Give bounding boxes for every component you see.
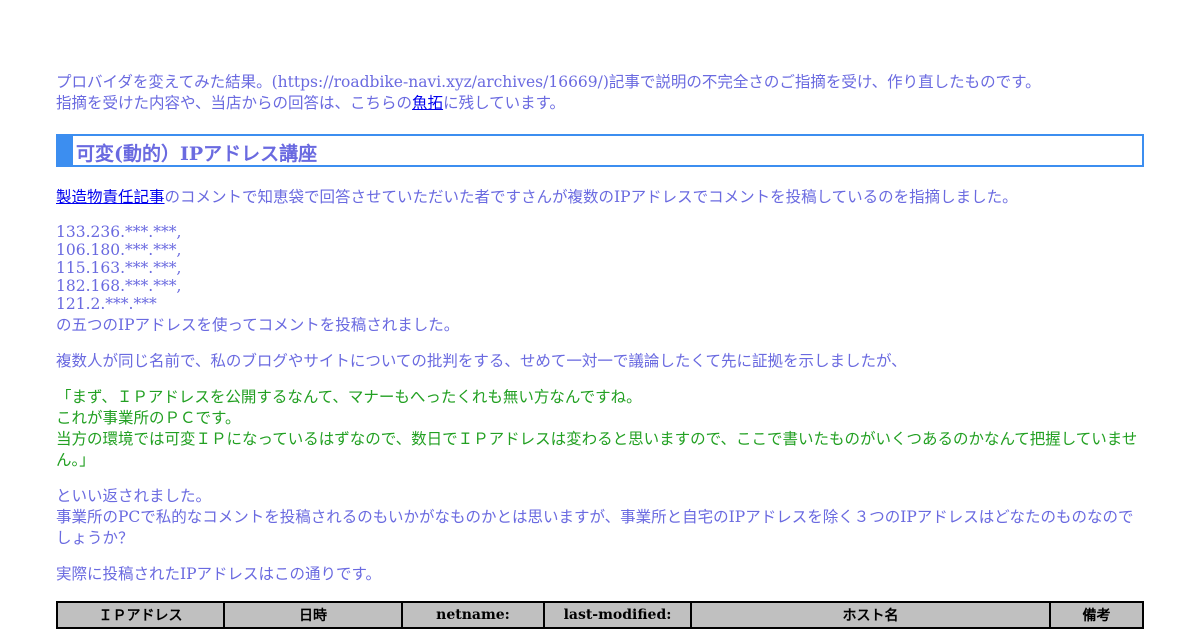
quoted-reply: 「まず、ＩＰアドレスを公開するなんて、マナーもへったくれも無い方なんですね。 こ… <box>56 387 1144 471</box>
product-liability-link[interactable]: 製造物責任記事 <box>56 188 165 206</box>
intro-line-2-before: 指摘を受けた内容や、当店からの回答は、こちらの <box>56 94 413 112</box>
paragraph-response: といい返されました。 事業所のPCで私的なコメントを投稿されるのもいかがなものか… <box>56 486 1144 549</box>
column-header-hostname: ホスト名 <box>690 601 1051 629</box>
column-header-last-modified: last-modified: <box>543 601 692 629</box>
column-header-datetime: 日時 <box>223 601 403 629</box>
gyotaku-link[interactable]: 魚拓 <box>412 94 443 112</box>
ip-list-item: 115.163.***.***, <box>56 259 182 277</box>
ip-list-after: の五つのIPアドレスを使ってコメントを投稿されました。 <box>56 316 460 334</box>
quote-line: 当方の環境では可変ＩＰになっているはずなので、数日でＩＰアドレスは変わると思いま… <box>56 430 1138 469</box>
response-line-2: 事業所のPCで私的なコメントを投稿されるのもいかがなものかとは思いますが、事業所… <box>56 508 1134 547</box>
column-header-ip: ＩＰアドレス <box>56 601 225 629</box>
paragraph-multiple-people: 複数人が同じ名前で、私のブログやサイトについての批判をする、せめて一対一で議論し… <box>56 352 907 370</box>
paragraph-actual-ips: 実際に投稿されたIPアドレスはこの通りです。 <box>56 565 382 583</box>
paragraph-product-liability-text: のコメントで知恵袋で回答させていただいた者ですさんが複数のIPアドレスでコメント… <box>164 188 1018 206</box>
ip-list-item: 121.2.***.*** <box>56 295 157 313</box>
column-header-notes: 備考 <box>1049 601 1144 629</box>
ip-list-item: 182.168.***.***, <box>56 277 182 295</box>
ip-list-item: 106.180.***.***, <box>56 241 182 259</box>
intro-line-2-after: に残しています。 <box>443 94 566 112</box>
ip-list-item: 133.236.***.***, <box>56 223 182 241</box>
quote-line: これが事業所のＰＣです。 <box>56 409 241 427</box>
table-header-row: ＩＰアドレス 日時 netname: last-modified: ホスト名 備… <box>56 601 1144 629</box>
column-header-netname: netname: <box>401 601 545 629</box>
quote-line: 「まず、ＩＰアドレスを公開するなんて、マナーもへったくれも無い方なんですね。 <box>56 388 642 406</box>
ip-table: ＩＰアドレス 日時 netname: last-modified: ホスト名 備… <box>56 601 1144 629</box>
ip-list: 133.236.***.***, 106.180.***.***, 115.16… <box>56 223 1144 336</box>
intro-line-1: プロバイダを変えてみた結果。(https://roadbike-navi.xyz… <box>56 73 1041 91</box>
response-line-1: といい返されました。 <box>56 487 212 505</box>
section-heading: 可変(動的）IPアドレス講座 <box>56 134 1144 167</box>
intro-line-2: 指摘を受けた内容や、当店からの回答は、こちらの魚拓に残しています。 <box>56 93 1144 114</box>
article-body: プロバイダを変えてみた結果。(https://roadbike-navi.xyz… <box>56 72 1144 629</box>
intro: プロバイダを変えてみた結果。(https://roadbike-navi.xyz… <box>56 72 1144 114</box>
paragraph-product-liability: 製造物責任記事のコメントで知恵袋で回答させていただいた者ですさんが複数のIPアド… <box>56 187 1144 208</box>
